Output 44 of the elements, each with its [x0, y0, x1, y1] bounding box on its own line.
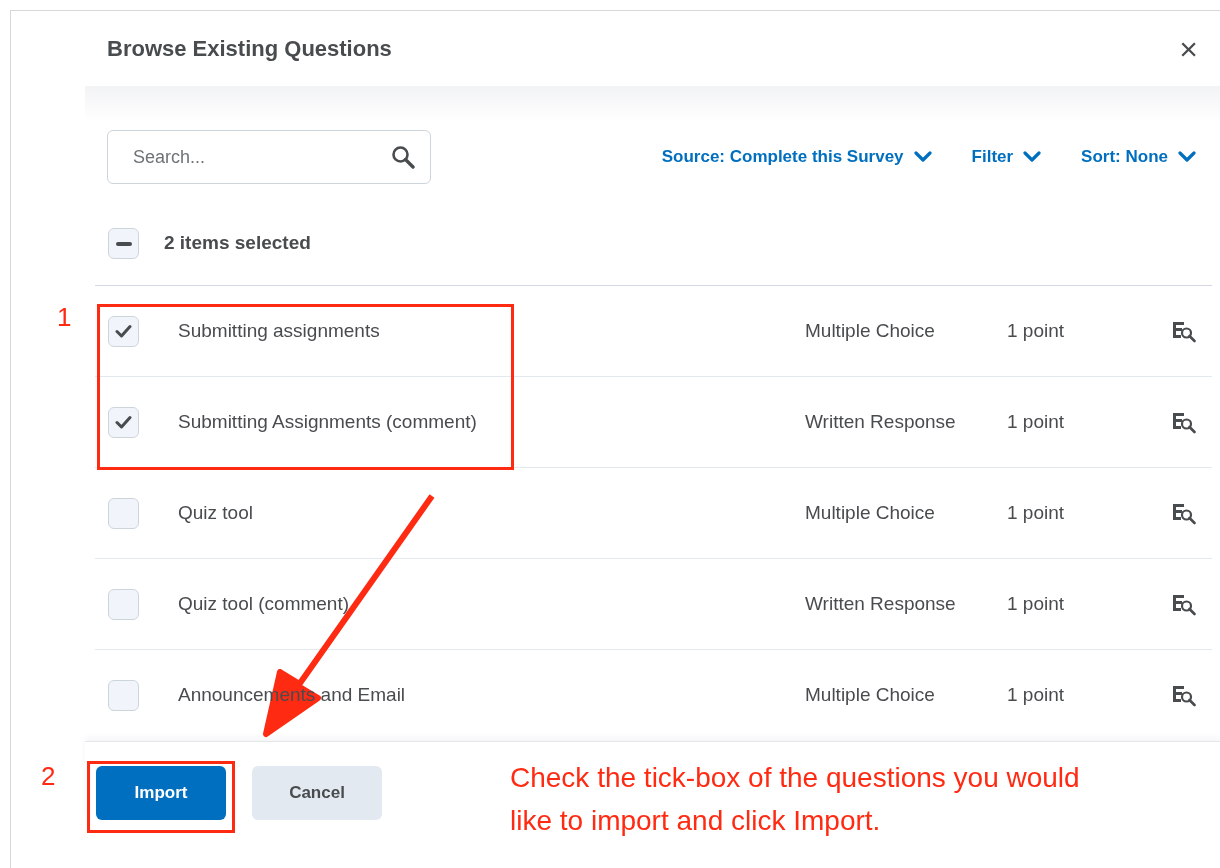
question-checkbox[interactable] [108, 315, 139, 347]
question-checkbox[interactable] [108, 588, 139, 620]
preview-icon[interactable] [1172, 320, 1196, 343]
question-type: Written Response [805, 410, 956, 432]
instruction-text: Check the tick-box of the questions you would like to import and click Import. [510, 761, 1081, 838]
search-icon [391, 145, 415, 169]
question-title: Submitting Assignments (comment) [178, 410, 477, 432]
search-field[interactable]: Search... [107, 130, 431, 184]
question-type: Multiple Choice [805, 319, 935, 341]
question-checkbox[interactable] [108, 680, 139, 711]
minus-icon [115, 241, 132, 246]
cancel-button[interactable]: Cancel [252, 766, 382, 820]
question-points: 1 point [1007, 410, 1065, 432]
question-title: Submitting assignments [178, 319, 380, 341]
question-type: Written Response [805, 592, 956, 614]
dropdown-button[interactable]: Sort: None [1081, 144, 1196, 170]
import-button[interactable]: Import [96, 766, 226, 820]
question-points: 1 point [1007, 684, 1065, 706]
close-button[interactable]: × [1173, 32, 1204, 65]
question-type: Multiple Choice [805, 501, 935, 523]
question-points: 1 point [1007, 501, 1065, 523]
question-checkbox[interactable] [108, 406, 139, 438]
selection-count: 2 items selected [164, 231, 311, 256]
preview-icon[interactable] [1172, 411, 1196, 434]
question-points: 1 point [1007, 319, 1065, 341]
dropdown-button[interactable]: Source: Complete this Survey [661, 144, 932, 170]
question-title: Quiz tool [178, 501, 253, 523]
preview-icon[interactable] [1172, 502, 1196, 525]
preview-icon[interactable] [1172, 685, 1196, 708]
select-all-checkbox[interactable] [108, 228, 139, 259]
chevron-down-icon [1178, 151, 1196, 163]
dialog-title: Browse Existing Questions [107, 35, 392, 63]
step-number: 2 [41, 760, 56, 793]
checkmark-icon [115, 324, 132, 338]
dropdown-button[interactable]: Filter [971, 144, 1042, 170]
chevron-down-icon [913, 151, 932, 163]
chevron-down-icon [1023, 151, 1042, 163]
question-title: Quiz tool (comment) [178, 592, 350, 614]
preview-icon[interactable] [1172, 593, 1196, 616]
step-number: 1 [57, 301, 72, 334]
checkmark-icon [115, 415, 132, 429]
question-type: Multiple Choice [805, 684, 935, 706]
question-checkbox[interactable] [108, 497, 139, 529]
question-points: 1 point [1007, 592, 1065, 614]
